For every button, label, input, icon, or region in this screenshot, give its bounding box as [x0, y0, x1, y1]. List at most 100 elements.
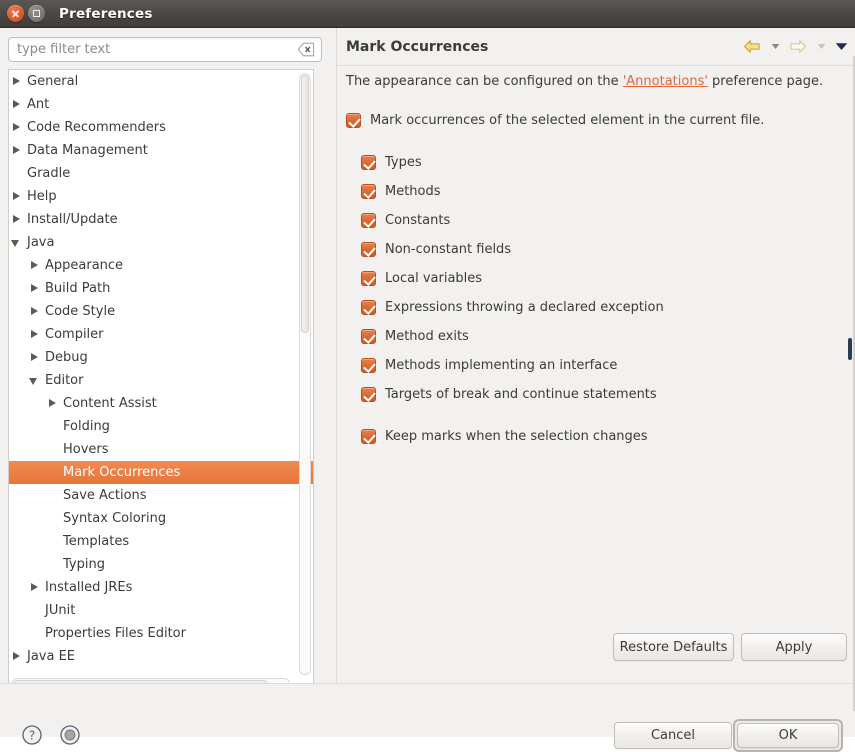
checkbox-indicator[interactable] — [361, 155, 376, 170]
back-dropdown-chevron-down-icon[interactable] — [768, 36, 782, 56]
expand-triangle-icon[interactable] — [9, 645, 25, 668]
tree-item-label: Folding — [63, 419, 110, 434]
tree-item-junit[interactable]: JUnit — [9, 599, 313, 622]
checkbox-keep-marks[interactable]: Keep marks when the selection changes — [361, 429, 648, 444]
tree-item-label: Code Style — [45, 304, 116, 319]
search-input[interactable] — [8, 37, 322, 62]
checkbox-indicator[interactable] — [361, 242, 376, 257]
tree-item-label: Syntax Coloring — [63, 511, 167, 526]
cancel-button[interactable]: Cancel — [614, 722, 732, 749]
tree-item-debug[interactable]: Debug — [9, 346, 313, 369]
svg-text:?: ? — [29, 729, 35, 743]
back-arrow-icon[interactable] — [742, 36, 762, 56]
tree-item-java-ee[interactable]: Java EE — [9, 645, 313, 668]
checkbox-methods-implementing-an-interface[interactable]: Methods implementing an interface — [361, 358, 617, 373]
tree-item-properties-files-editor[interactable]: Properties Files Editor — [9, 622, 313, 645]
collapse-triangle-icon[interactable] — [9, 231, 25, 254]
expand-triangle-icon[interactable] — [45, 392, 61, 415]
checkbox-indicator[interactable] — [361, 271, 376, 286]
checkbox-indicator[interactable] — [361, 358, 376, 373]
checkbox-method-exits[interactable]: Method exits — [361, 329, 469, 344]
tree-item-help[interactable]: Help — [9, 185, 313, 208]
tree-vertical-scrollbar[interactable] — [299, 73, 311, 675]
forward-arrow-icon — [788, 36, 808, 56]
expand-triangle-icon[interactable] — [27, 277, 43, 300]
expand-triangle-icon[interactable] — [27, 346, 43, 369]
tree-item-label: Debug — [45, 350, 88, 365]
tree-item-gradle[interactable]: Gradle — [9, 162, 313, 185]
tree-item-installed-jres[interactable]: Installed JREs — [9, 576, 313, 599]
tree-item-save-actions[interactable]: Save Actions — [9, 484, 313, 507]
window-scroll-indicator[interactable] — [848, 338, 852, 360]
close-icon[interactable] — [7, 5, 24, 22]
expand-triangle-icon[interactable] — [9, 93, 25, 116]
window-titlebar: Preferences — [0, 0, 855, 28]
ok-button[interactable]: OK — [737, 723, 839, 748]
checkbox-targets-of-break-and-continue-statements[interactable]: Targets of break and continue statements — [361, 387, 657, 402]
tree-item-compiler[interactable]: Compiler — [9, 323, 313, 346]
tree-item-editor[interactable]: Editor — [9, 369, 313, 392]
checkbox-label: Targets of break and continue statements — [385, 387, 657, 402]
tree-item-mark-occurrences[interactable]: Mark Occurrences — [9, 461, 313, 484]
annotations-link[interactable]: 'Annotations' — [623, 74, 708, 89]
checkbox-indicator[interactable] — [361, 184, 376, 199]
tree-item-build-path[interactable]: Build Path — [9, 277, 313, 300]
tree-item-code-style[interactable]: Code Style — [9, 300, 313, 323]
checkbox-indicator[interactable] — [361, 329, 376, 344]
collapse-triangle-icon[interactable] — [27, 369, 43, 392]
tree-item-label: Build Path — [45, 281, 111, 296]
expand-triangle-icon[interactable] — [27, 300, 43, 323]
expand-triangle-icon[interactable] — [27, 254, 43, 277]
tree-item-ant[interactable]: Ant — [9, 93, 313, 116]
tree-item-java[interactable]: Java — [9, 231, 313, 254]
filter-field-wrapper — [8, 37, 322, 62]
tree-item-appearance[interactable]: Appearance — [9, 254, 313, 277]
maximize-icon[interactable] — [28, 5, 45, 22]
expand-triangle-icon[interactable] — [9, 116, 25, 139]
tree-item-templates[interactable]: Templates — [9, 530, 313, 553]
page-menu-chevron-down-icon[interactable] — [834, 36, 848, 56]
preferences-tree[interactable]: General Ant Code Recommenders Data Manageme… — [8, 69, 314, 693]
checkbox-methods[interactable]: Methods — [361, 184, 441, 199]
tree-item-folding[interactable]: Folding — [9, 415, 313, 438]
restore-defaults-button[interactable]: Restore Defaults — [613, 633, 734, 661]
clear-icon[interactable] — [297, 42, 315, 57]
tree-item-hovers[interactable]: Hovers — [9, 438, 313, 461]
tree-item-install-update[interactable]: Install/Update — [9, 208, 313, 231]
help-icon[interactable]: ? — [21, 724, 43, 746]
circle-icon[interactable] — [59, 724, 81, 746]
tree-item-label: Java — [27, 235, 55, 250]
page-title: Mark Occurrences — [346, 38, 489, 55]
checkbox-local-variables[interactable]: Local variables — [361, 271, 482, 286]
expand-triangle-icon[interactable] — [9, 139, 25, 162]
expand-triangle-icon[interactable] — [9, 70, 25, 93]
tree-vertical-scroll-thumb[interactable] — [301, 75, 309, 333]
expand-triangle-icon[interactable] — [9, 208, 25, 231]
checkbox-types[interactable]: Types — [361, 155, 422, 170]
checkbox-indicator[interactable] — [361, 429, 376, 444]
checkbox-indicator[interactable] — [361, 213, 376, 228]
tree-item-general[interactable]: General — [9, 70, 313, 93]
tree-item-syntax-coloring[interactable]: Syntax Coloring — [9, 507, 313, 530]
tree-item-label: Code Recommenders — [27, 120, 166, 135]
apply-button[interactable]: Apply — [741, 633, 847, 661]
checkbox-indicator[interactable] — [361, 387, 376, 402]
tree-item-content-assist[interactable]: Content Assist — [9, 392, 313, 415]
checkbox-expressions-throwing-a-declared-exception[interactable]: Expressions throwing a declared exceptio… — [361, 300, 664, 315]
tree-item-code-recommenders[interactable]: Code Recommenders — [9, 116, 313, 139]
right-panel: Mark Occurrences The appearance can be c… — [336, 28, 855, 683]
checkbox-non-constant-fields[interactable]: Non-constant fields — [361, 242, 511, 257]
checkbox-constants[interactable]: Constants — [361, 213, 450, 228]
expand-triangle-icon[interactable] — [27, 323, 43, 346]
checkbox-indicator[interactable] — [361, 300, 376, 315]
expand-triangle-icon[interactable] — [9, 185, 25, 208]
tree-item-data-management[interactable]: Data Management — [9, 139, 313, 162]
expand-triangle-icon[interactable] — [27, 576, 43, 599]
checkbox-indicator[interactable] — [346, 113, 361, 128]
left-panel: General Ant Code Recommenders Data Manageme… — [0, 28, 332, 693]
checkbox-mark-occurrences[interactable]: Mark occurrences of the selected element… — [346, 113, 764, 128]
tree-item-typing[interactable]: Typing — [9, 553, 313, 576]
